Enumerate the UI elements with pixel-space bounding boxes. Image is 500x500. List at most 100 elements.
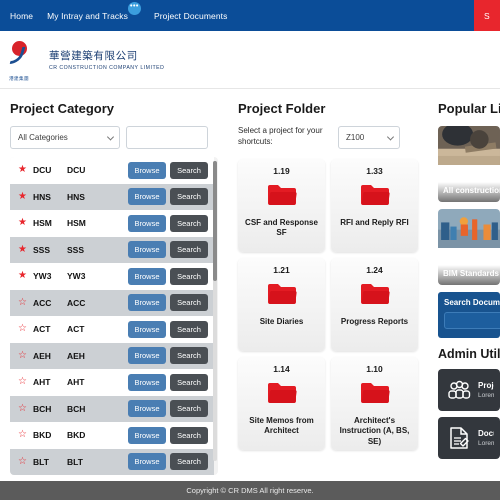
popular-link-card-standards[interactable]: All construction standards — [438, 126, 500, 202]
project-code: BLT — [33, 456, 49, 467]
search-button[interactable]: Search — [170, 188, 208, 206]
search-button[interactable]: Search — [170, 241, 208, 259]
search-button[interactable]: Search — [170, 347, 208, 365]
browse-button[interactable]: Browse — [128, 214, 166, 232]
favorite-star-icon[interactable]: ★ — [18, 271, 30, 281]
browse-button[interactable]: Browse — [128, 267, 166, 285]
table-row[interactable]: ★ DCU DCU Browse Search — [10, 157, 214, 184]
browse-button[interactable]: Browse — [128, 241, 166, 259]
browse-button[interactable]: Browse — [128, 400, 166, 418]
nav-signout-button[interactable]: S — [474, 0, 500, 31]
category-select[interactable]: All Categories — [10, 126, 120, 149]
folder-label: Architect's Instruction (A, BS, SE) — [339, 416, 410, 446]
nav-item-project-documents[interactable]: Project Documents — [154, 11, 228, 21]
project-code: YW3 — [33, 271, 52, 282]
folder-icon-wrap — [267, 282, 297, 311]
nav-signout-label: S — [484, 10, 490, 21]
popular-links-title: Popular Links — [438, 101, 500, 116]
folder-card[interactable]: 1.24 Progress Reports — [331, 258, 418, 351]
search-button[interactable]: Search — [170, 267, 208, 285]
folder-icon — [267, 383, 297, 404]
project-list-scrollbar-thumb[interactable] — [213, 161, 217, 281]
favorite-star-icon[interactable]: ☆ — [18, 377, 30, 387]
project-list[interactable]: ★ DCU DCU Browse Search ★ HNS HNS Browse Search ★ H… — [10, 157, 218, 475]
search-button[interactable]: Search — [170, 453, 208, 471]
browse-button[interactable]: Browse — [128, 188, 166, 206]
table-row[interactable]: ★ SSS SSS Browse Search — [10, 236, 214, 263]
project-name: BCH — [67, 403, 86, 414]
search-button[interactable]: Search — [170, 161, 208, 179]
search-documents-title: Search Documents — [444, 298, 500, 307]
folder-number: 1.24 — [366, 265, 383, 275]
footer-copyright: Copyright © CR DMS All right reserve. — [186, 486, 314, 495]
category-search-input[interactable] — [126, 126, 208, 149]
browse-button[interactable]: Browse — [128, 347, 166, 365]
search-button[interactable]: Search — [170, 294, 208, 312]
project-name: AHT — [67, 377, 85, 388]
project-name: AEH — [67, 350, 85, 361]
table-row[interactable]: ☆ AHT AHT Browse Search — [10, 369, 214, 396]
folder-icon-wrap — [267, 183, 297, 212]
browse-button[interactable]: Browse — [128, 161, 166, 179]
popular-link-caption: BIM Standards — [438, 264, 500, 285]
nav-item-my-intray-and-tracks[interactable]: My Intray and Tracks ••• — [47, 1, 141, 21]
nav-item-home[interactable]: Home — [10, 11, 33, 21]
folder-card[interactable]: 1.14 Site Memos from Architect — [238, 357, 325, 450]
chevron-down-icon — [386, 132, 395, 141]
favorite-star-icon[interactable]: ☆ — [18, 403, 30, 414]
table-row[interactable]: ★ HNS HNS Browse Search — [10, 183, 214, 210]
search-button[interactable]: Search — [170, 373, 208, 391]
table-row[interactable]: ☆ BKD BKD Browse Search — [10, 422, 214, 449]
folder-card[interactable]: 1.10 Architect's Instruction (A, BS, SE) — [331, 357, 418, 450]
table-row[interactable]: ★ YW3 YW3 Browse Search — [10, 263, 214, 290]
table-row[interactable]: ☆ ACT ACT Browse Search — [10, 316, 214, 343]
popular-links-panel: Popular Links All construction standards — [428, 101, 500, 481]
admin-utilities-title: Admin Utilities — [438, 347, 500, 361]
table-row[interactable]: ☆ BCH BCH Browse Search — [10, 395, 214, 422]
favorite-star-icon[interactable]: ☆ — [18, 456, 30, 467]
search-button[interactable]: Search — [170, 426, 208, 444]
browse-button[interactable]: Browse — [128, 453, 166, 471]
project-name: ACT — [67, 324, 85, 335]
admin-card-document[interactable]: Document Lorem — [438, 417, 500, 459]
search-button[interactable]: Search — [170, 400, 208, 418]
table-row[interactable]: ★ HSM HSM Browse Search — [10, 210, 214, 237]
project-category-panel: Project Category All Categories ★ DCU DCU B… — [0, 101, 228, 481]
browse-button[interactable]: Browse — [128, 373, 166, 391]
favorite-star-icon[interactable]: ☆ — [18, 297, 30, 308]
category-select-value: All Categories — [18, 133, 68, 142]
project-code: SSS — [33, 244, 51, 255]
favorite-star-icon[interactable]: ★ — [18, 244, 30, 255]
table-row[interactable]: ☆ ACC ACC Browse Search — [10, 289, 214, 316]
folder-card[interactable]: 1.33 RFI and Reply RFI — [331, 159, 418, 252]
favorite-star-icon[interactable]: ★ — [18, 191, 30, 202]
folder-card[interactable]: 1.19 CSF and Response SF — [238, 159, 325, 252]
folder-icon — [360, 185, 390, 206]
folder-card[interactable]: 1.21 Site Diaries — [238, 258, 325, 351]
favorite-star-icon[interactable]: ☆ — [18, 430, 30, 440]
browse-button[interactable]: Browse — [128, 426, 166, 444]
popular-link-card-bim[interactable]: BIM Standards — [438, 209, 500, 285]
favorite-star-icon[interactable]: ★ — [18, 165, 30, 175]
folder-icon — [267, 185, 297, 206]
admin-card-project[interactable]: Project Lorem — [438, 369, 500, 411]
folder-number: 1.19 — [273, 166, 290, 176]
browse-button[interactable]: Browse — [128, 294, 166, 312]
admin-card-subtitle: Lorem — [478, 392, 494, 399]
browse-button[interactable]: Browse — [128, 320, 166, 338]
favorite-star-icon[interactable]: ★ — [18, 218, 30, 228]
favorite-star-icon[interactable]: ☆ — [18, 324, 30, 334]
project-shortcut-select[interactable]: Z100 — [338, 126, 400, 149]
favorite-star-icon[interactable]: ☆ — [18, 350, 30, 361]
project-folder-title: Project Folder — [238, 101, 326, 116]
search-documents-input[interactable] — [444, 312, 500, 329]
project-category-title: Project Category — [10, 101, 115, 116]
table-row[interactable]: ☆ BLT BLT Browse Search — [10, 448, 214, 475]
table-row[interactable]: ☆ AEH AEH Browse Search — [10, 342, 214, 369]
popular-link-caption: All construction standards — [438, 181, 500, 202]
project-name: DCU — [67, 165, 86, 176]
search-button[interactable]: Search — [170, 320, 208, 338]
search-button[interactable]: Search — [170, 214, 208, 232]
project-name: SSS — [67, 244, 85, 255]
folder-label: CSF and Response SF — [245, 218, 318, 238]
